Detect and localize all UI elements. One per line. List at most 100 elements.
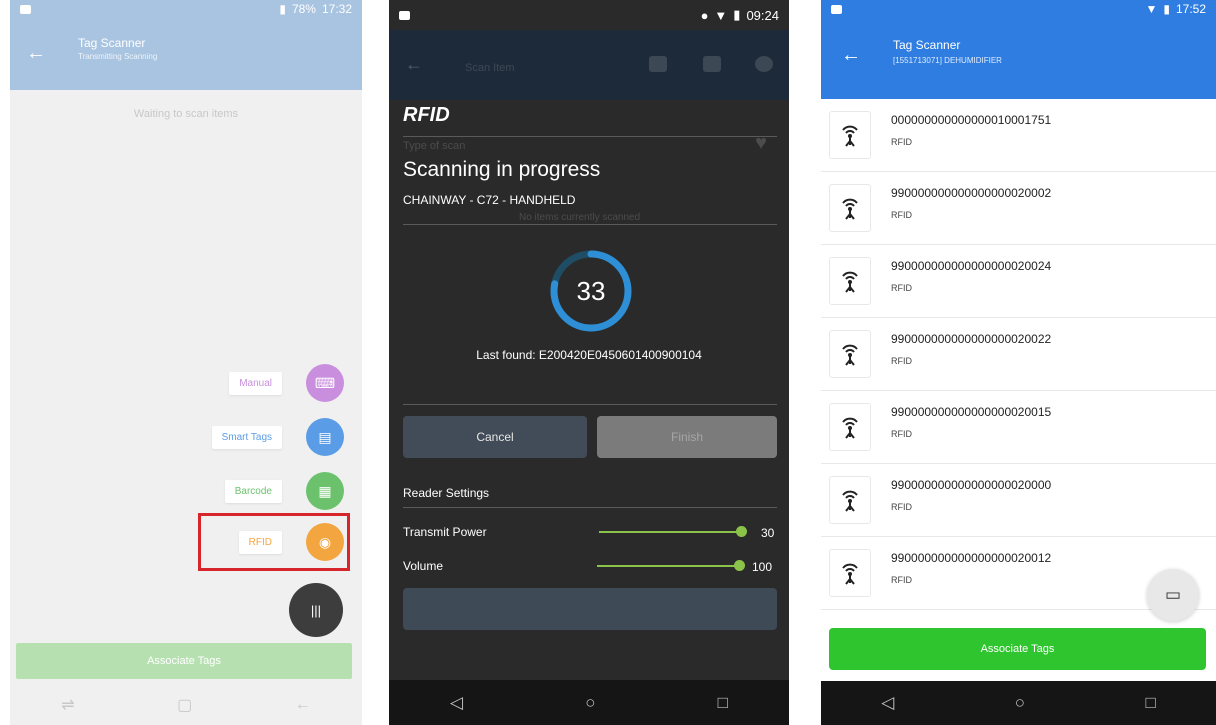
associate-tags-button[interactable]: Associate Tags bbox=[16, 643, 352, 679]
handheld-icon: ▭ bbox=[1164, 585, 1182, 604]
tag-list-item[interactable]: 990000000000000000020000 RFID bbox=[821, 464, 1216, 537]
scan-count: 33 bbox=[576, 275, 606, 306]
back-icon[interactable]: ◁ bbox=[881, 693, 894, 713]
wifi-icon: ▼ bbox=[714, 7, 728, 23]
tag-type: RFID bbox=[891, 283, 912, 293]
recent-apps-icon[interactable]: □ bbox=[1145, 693, 1155, 713]
tag-id: 990000000000000000020002 bbox=[891, 186, 1052, 200]
scanning-status: Scanning in progress bbox=[403, 158, 601, 181]
rfid-antenna-icon bbox=[829, 257, 871, 305]
page-title: Tag Scanner bbox=[893, 38, 961, 52]
tag-list: 000000000000000010001751 RFID 990000000000… bbox=[821, 99, 1216, 610]
tag-id: 000000000000000010001751 bbox=[891, 113, 1052, 127]
rfid-antenna-icon bbox=[829, 476, 871, 524]
tag-list-item[interactable]: 990000000000000000020015 RFID bbox=[821, 391, 1216, 464]
battery-icon: ▮ bbox=[733, 7, 741, 22]
notification-icon bbox=[831, 4, 842, 14]
notification-icon bbox=[399, 10, 410, 20]
back-arrow-icon[interactable]: ← bbox=[841, 44, 861, 67]
rfid-antenna-icon bbox=[829, 403, 871, 451]
home-icon[interactable]: ▢ bbox=[177, 695, 192, 715]
tag-type: RFID bbox=[891, 356, 912, 366]
back-icon[interactable]: ◁ bbox=[450, 693, 463, 713]
status-time: 17:52 bbox=[1175, 2, 1206, 16]
back-icon[interactable]: ← bbox=[295, 696, 311, 714]
home-icon[interactable]: ○ bbox=[1015, 693, 1025, 713]
background-empty-text: No items currently scanned bbox=[519, 212, 641, 223]
divider bbox=[403, 507, 777, 508]
page-subtitle: [1551713071] DEHUMIDIFIER bbox=[893, 56, 1002, 65]
status-time: 17:32 bbox=[321, 2, 352, 16]
tag-list-item[interactable]: 990000000000000000020002 RFID bbox=[821, 172, 1216, 245]
app-bar: ← Tag Scanner Transmitting Scanning bbox=[10, 18, 362, 90]
tag-type: RFID bbox=[891, 210, 912, 220]
back-arrow-icon[interactable]: ← bbox=[26, 42, 46, 65]
phone-scanned-tag-list: ▼ ▮ 17:52 ← Tag Scanner [1551713071] DEH… bbox=[821, 0, 1216, 725]
tag-list-item[interactable]: 990000000000000000020022 RFID bbox=[821, 318, 1216, 391]
disabled-action-button bbox=[403, 588, 777, 630]
finish-button[interactable]: Finish bbox=[597, 416, 777, 458]
scan-device-button[interactable]: ▭ bbox=[1147, 569, 1199, 621]
status-bar: ▮ 78% 17:32 bbox=[10, 0, 362, 18]
phone-scanning-dialog: ● ▼ ▮ 09:24 ← Scan Item RFID Type of sca… bbox=[389, 0, 789, 725]
smart-tag-icon[interactable]: ▤ bbox=[306, 418, 344, 456]
menu-item-barcode[interactable]: Barcode ▦ bbox=[224, 472, 344, 510]
navigation-bar: ◁ ○ □ bbox=[389, 680, 789, 725]
associate-tags-button[interactable]: Associate Tags bbox=[829, 628, 1206, 670]
wifi-icon: ▼ bbox=[1145, 2, 1158, 16]
transmit-power-label: Transmit Power bbox=[403, 525, 487, 539]
keyboard-icon[interactable]: ⌨ bbox=[306, 364, 344, 402]
recent-apps-icon[interactable]: ⇌ bbox=[61, 695, 74, 715]
divider bbox=[403, 404, 777, 405]
dialog-title: RFID bbox=[403, 104, 450, 126]
tag-id: 990000000000000000020012 bbox=[891, 551, 1052, 565]
volume-slider[interactable] bbox=[597, 565, 739, 567]
rfid-antenna-icon bbox=[829, 549, 871, 597]
back-arrow-icon: ← bbox=[405, 54, 423, 74]
battery-level: 78% bbox=[291, 2, 316, 16]
last-found-text: Last found: E200420E0450601400900104 bbox=[476, 348, 702, 362]
rfid-antenna-icon bbox=[829, 184, 871, 232]
transmit-power-thumb[interactable] bbox=[736, 526, 747, 537]
highlight-box bbox=[198, 513, 350, 571]
background-app-bar: ← Scan Item bbox=[389, 30, 789, 100]
menu-item-manual[interactable]: Manual ⌨ bbox=[229, 364, 344, 402]
battery-icon: ▮ bbox=[1163, 2, 1170, 16]
smart-tags-label[interactable]: Smart Tags bbox=[211, 425, 282, 449]
tag-list-item[interactable]: 990000000000000000020024 RFID bbox=[821, 245, 1216, 318]
notification-icon bbox=[20, 4, 31, 14]
cancel-button[interactable]: Cancel bbox=[403, 416, 587, 458]
transmit-power-slider[interactable] bbox=[599, 531, 741, 533]
settings-icon bbox=[755, 56, 773, 72]
rfid-antenna-icon bbox=[829, 330, 871, 378]
rfid-antenna-icon bbox=[829, 111, 871, 159]
tag-list-item[interactable]: 000000000000000010001751 RFID bbox=[821, 99, 1216, 172]
phone-tag-scanner-menu: ▮ 78% 17:32 ← Tag Scanner Transmitting S… bbox=[10, 0, 362, 725]
background-type-label: Type of scan bbox=[403, 140, 466, 152]
empty-state-text: Waiting to scan items bbox=[133, 108, 239, 120]
volume-value: 100 bbox=[752, 560, 773, 574]
background-title: Scan Item bbox=[465, 62, 515, 74]
app-bar: ← Tag Scanner [1551713071] DEHUMIDIFIER bbox=[821, 18, 1216, 99]
tag-type: RFID bbox=[891, 137, 912, 147]
scan-icon bbox=[703, 56, 721, 72]
tag-id: 990000000000000000020024 bbox=[891, 259, 1052, 273]
home-icon[interactable]: ○ bbox=[585, 693, 595, 713]
volume-thumb[interactable] bbox=[734, 560, 745, 571]
tag-type: RFID bbox=[891, 575, 912, 585]
heart-icon: ♥ bbox=[755, 132, 767, 154]
status-time: 09:24 bbox=[746, 7, 779, 23]
scan-menu-fab[interactable]: ||| bbox=[289, 583, 343, 637]
menu-item-smart-tags[interactable]: Smart Tags ▤ bbox=[211, 418, 344, 456]
tag-id: 990000000000000000020000 bbox=[891, 478, 1052, 492]
reader-settings-heading: Reader Settings bbox=[403, 486, 490, 500]
navigation-bar: ⇌ ▢ ← bbox=[10, 685, 362, 725]
recent-apps-icon[interactable]: □ bbox=[718, 693, 728, 713]
barcode-label[interactable]: Barcode bbox=[224, 479, 282, 503]
signal-icon: ▮ bbox=[279, 2, 286, 16]
divider bbox=[403, 136, 777, 137]
controller-icon bbox=[649, 56, 667, 72]
manual-label[interactable]: Manual bbox=[229, 371, 282, 395]
tag-type: RFID bbox=[891, 429, 912, 439]
barcode-icon[interactable]: ▦ bbox=[306, 472, 344, 510]
